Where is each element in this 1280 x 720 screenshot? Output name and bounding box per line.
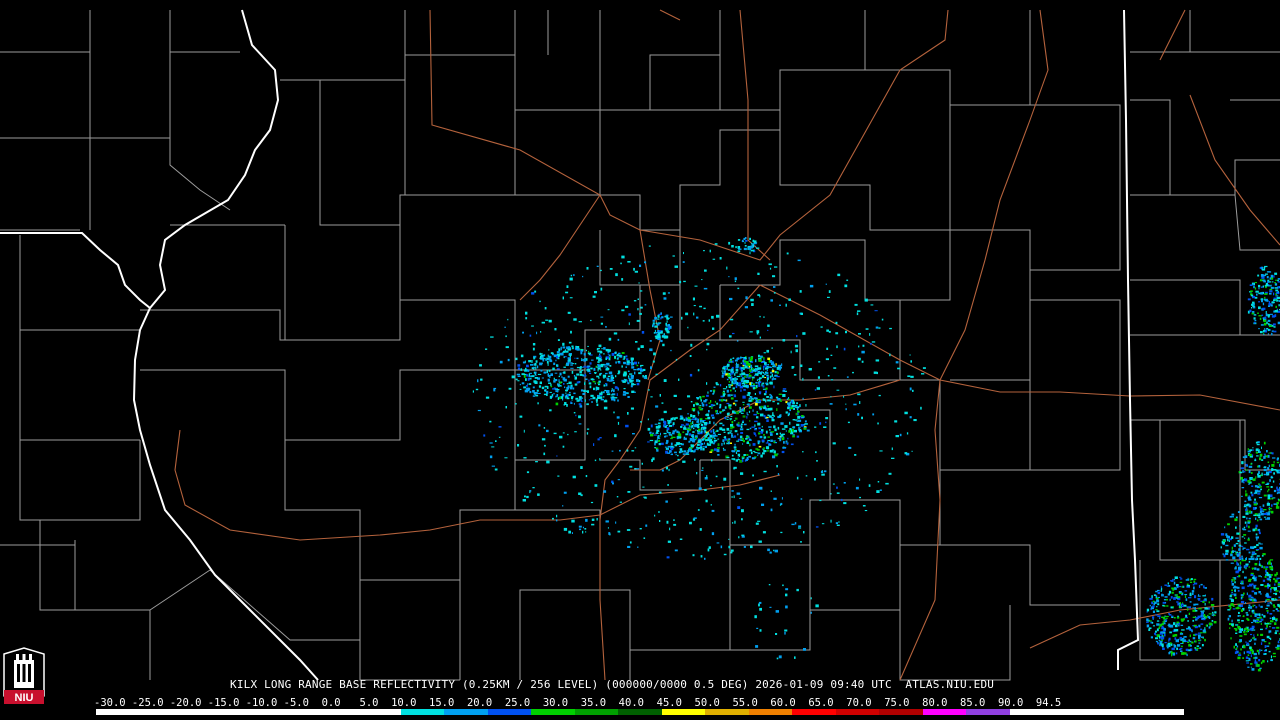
reflectivity-scale-labels: -30.0 -25.0 -20.0 -15.0 -10.0 -5.0 0.0 5… — [94, 697, 1062, 709]
colorbar-segment — [1140, 709, 1184, 715]
niu-logo-icon: NIU — [3, 647, 45, 704]
colorbar-segment — [966, 709, 1010, 715]
colorbar-segment — [1009, 709, 1054, 715]
colorbar-segment — [1096, 709, 1141, 715]
colorbar-segment — [879, 709, 923, 715]
colorbar-segment — [574, 709, 619, 715]
colorbar-segment — [444, 709, 488, 715]
colorbar-segment — [922, 709, 967, 715]
radar-map — [0, 9, 1280, 681]
colorbar-segment — [183, 709, 227, 715]
colorbar-segment — [618, 709, 662, 715]
colorbar-segment — [139, 709, 184, 715]
colorbar-segment — [835, 709, 880, 715]
colorbar-segment — [1053, 709, 1097, 715]
logo-text: NIU — [15, 692, 34, 704]
colorbar-segment — [661, 709, 706, 715]
radar-echoes — [472, 237, 1280, 672]
colorbar-segment — [792, 709, 836, 715]
colorbar-segment — [748, 709, 793, 715]
county-boundaries — [0, 10, 1280, 681]
product-title: KILX LONG RANGE BASE REFLECTIVITY (0.25K… — [230, 678, 995, 691]
colorbar-segment — [270, 709, 314, 715]
colorbar-segment — [313, 709, 358, 715]
colorbar-segment — [531, 709, 575, 715]
colorbar-segment — [705, 709, 749, 715]
colorbar-segment — [96, 709, 140, 715]
colorbar-segment — [226, 709, 271, 715]
colorbar-segment — [357, 709, 401, 715]
colorbar-segment — [400, 709, 445, 715]
colorbar-segment — [487, 709, 532, 715]
reflectivity-colorbar — [96, 709, 1184, 715]
